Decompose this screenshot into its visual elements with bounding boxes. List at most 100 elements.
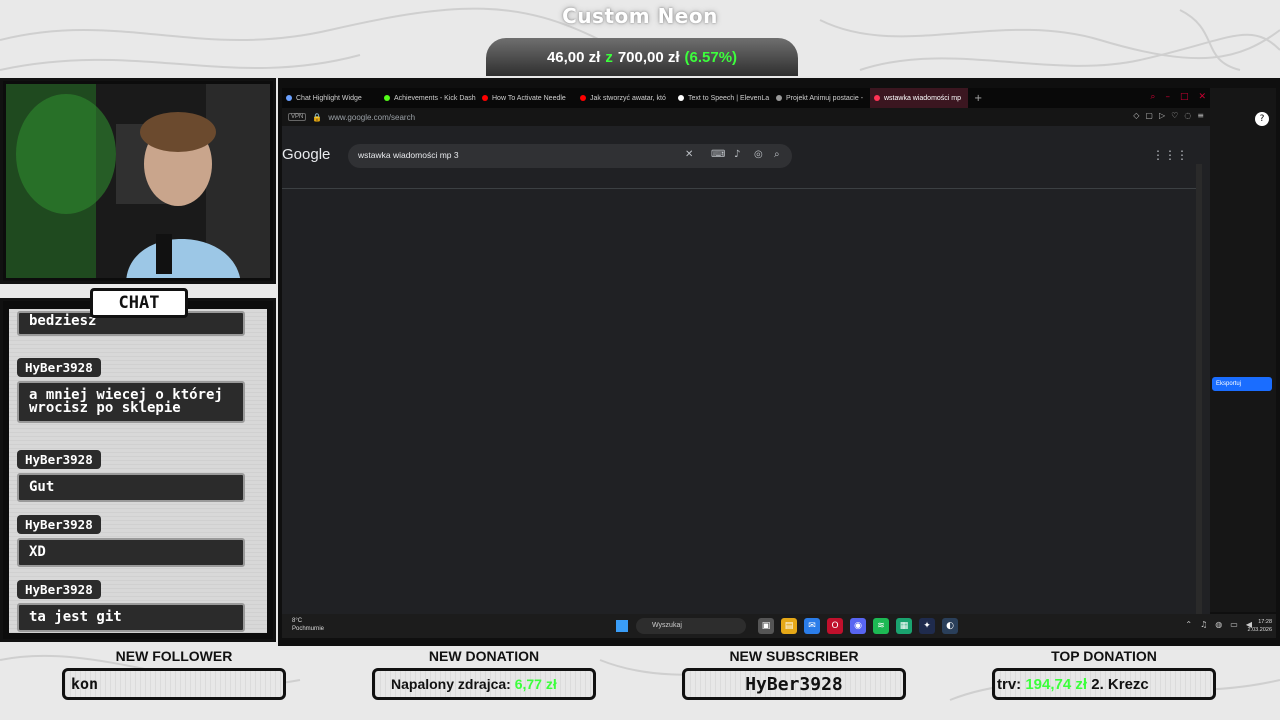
minimize-icon[interactable]: –: [1165, 92, 1170, 102]
goal-current: 46,00 zł: [546, 48, 601, 66]
app-store-icon[interactable]: ✦: [919, 618, 935, 634]
taskbar-search[interactable]: Wyszukaj: [636, 618, 746, 634]
browser-window: Chat Highlight Widge Achievements - Kick…: [282, 88, 1210, 634]
widget-value: trv: 194,74 zł 2. Krezc: [992, 668, 1216, 700]
browser-tab[interactable]: How To Activate Needle: [478, 88, 576, 108]
chat-panel: bedziesz HyBer3928 a mniej wiecej o któr…: [0, 298, 276, 642]
opera-icon[interactable]: O: [827, 618, 843, 634]
tab-label: Text to Speech | ElevenLa: [688, 94, 770, 102]
screenshot-icon[interactable]: ▢: [1145, 111, 1153, 120]
widget-value: Napalony zdrajca: 6,77 zł: [372, 668, 596, 700]
chat-message-text: Gut: [17, 473, 245, 502]
webcam-frame: [0, 78, 276, 284]
chat-message-text: ta jest git: [17, 603, 245, 632]
menu-icon[interactable]: ≡: [1197, 111, 1204, 120]
browser-tab[interactable]: Text to Speech | ElevenLa: [674, 88, 772, 108]
tab-favicon-icon: [580, 95, 586, 101]
close-icon[interactable]: ✕: [1198, 92, 1206, 102]
audio-icon[interactable]: ♫: [1200, 620, 1207, 629]
google-logo[interactable]: Google: [282, 146, 330, 163]
browser-tab[interactable]: Jak stworzyć awatar, któ: [576, 88, 674, 108]
browser-tabbar: Chat Highlight Widge Achievements - Kick…: [282, 88, 1210, 108]
tab-label: How To Activate Needle: [492, 94, 566, 102]
clear-icon[interactable]: ✕: [685, 149, 693, 160]
browser-tab[interactable]: Achievements - Kick Dash: [380, 88, 478, 108]
google-search-box[interactable]: wstawka wiadomości mp 3 ✕ ⌨ ♪ ◎ ⌕: [348, 144, 792, 168]
file-explorer-icon[interactable]: ▤: [781, 618, 797, 634]
maximize-icon[interactable]: □: [1180, 92, 1189, 102]
steam-icon[interactable]: ◐: [942, 618, 958, 634]
apps-grid-icon[interactable]: ⋮⋮⋮: [1152, 148, 1188, 162]
scrollbar[interactable]: [1196, 164, 1202, 634]
search-input[interactable]: wstawka wiadomości mp 3: [358, 150, 459, 160]
microphone-icon[interactable]: ♪: [734, 149, 740, 160]
help-icon[interactable]: ?: [1255, 112, 1269, 126]
subscriber-name: HyBer3928: [745, 673, 843, 695]
top-suffix: 2. Krezc: [1091, 675, 1149, 693]
chat-messages: bedziesz HyBer3928 a mniej wiecej o któr…: [9, 309, 267, 633]
browser-tab[interactable]: Projekt Animuj postacie -: [772, 88, 870, 108]
donation-amount: 6,77 zł: [514, 676, 557, 692]
windows-taskbar: 8°C Pochmurnie Wyszukaj ▣ ▤ ✉ O ◉ ≋ ▦ ✦ …: [282, 614, 1276, 638]
search-tabs-icon[interactable]: ⌕: [1150, 92, 1155, 102]
heart-icon[interactable]: ♡: [1171, 111, 1178, 120]
goal-percent: (6.57%): [684, 48, 738, 66]
tab-label: Jak stworzyć awatar, któ: [590, 94, 666, 102]
clock-date: 2.03.2026: [1247, 627, 1272, 633]
app-icon[interactable]: ▦: [896, 618, 912, 634]
tab-label: Achievements - Kick Dash: [394, 94, 476, 102]
top-donation-widget: TOP DONATION trv: 194,74 zł 2. Krezc: [992, 648, 1216, 700]
lens-icon[interactable]: ◎: [754, 149, 763, 160]
tab-favicon-icon: [678, 95, 684, 101]
new-follower-widget: NEW FOLLOWER kon: [62, 648, 286, 700]
network-icon[interactable]: ▭: [1230, 620, 1238, 629]
chat-message: HyBer3928 ta jest git: [17, 579, 245, 632]
chat-username: HyBer3928: [17, 515, 101, 534]
tab-favicon-icon: [482, 95, 488, 101]
discord-icon[interactable]: ◉: [850, 618, 866, 634]
taskbar-clock[interactable]: 17:28 2.03.2026: [1248, 618, 1272, 634]
browser-tab[interactable]: Chat Highlight Widge: [282, 88, 380, 108]
chat-message: HyBer3928 XD: [17, 514, 245, 567]
spotify-icon[interactable]: ≋: [873, 618, 889, 634]
microphone-tray-icon[interactable]: ◍: [1215, 620, 1222, 629]
lock-icon[interactable]: 🔒: [312, 113, 322, 122]
task-view-icon[interactable]: ▣: [758, 618, 774, 634]
bookmark-icon[interactable]: ◇: [1133, 111, 1139, 120]
follower-name: kon: [71, 675, 99, 693]
taskbar-apps: ▣ ▤ ✉ O ◉ ≋ ▦ ✦ ◐: [758, 618, 958, 634]
vpn-badge[interactable]: VPN: [288, 113, 307, 121]
divider: [282, 188, 1202, 189]
system-tray: ⌃ ♫ ◍ ▭ ◀: [1185, 620, 1252, 629]
chat-message-text: a mniej wiecej o której wrocisz po sklep…: [17, 381, 245, 423]
play-icon[interactable]: ▷: [1159, 111, 1165, 120]
widget-title: NEW DONATION: [428, 648, 540, 664]
weather-widget[interactable]: 8°C Pochmurnie: [292, 617, 324, 633]
widget-title: TOP DONATION: [1051, 648, 1157, 664]
address-bar: VPN 🔒 www.google.com/search ◇ ▢ ▷ ♡ ◌ ≡: [282, 108, 1210, 126]
tab-favicon-icon: [286, 95, 292, 101]
tab-label: Chat Highlight Widge: [296, 94, 362, 102]
chevron-up-icon[interactable]: ⌃: [1185, 620, 1192, 629]
top-prefix: trv:: [997, 675, 1022, 693]
donor-name: Napalony zdrajca: [391, 676, 507, 692]
chat-message: HyBer3928 a mniej wiecej o której wrocis…: [17, 357, 245, 423]
mail-icon[interactable]: ✉: [804, 618, 820, 634]
extension-icons: ◇ ▢ ▷ ♡ ◌ ≡: [1133, 111, 1204, 120]
goal-title: Custom Neon: [562, 4, 718, 28]
chat-icon[interactable]: ◌: [1184, 111, 1191, 120]
tab-favicon-icon: [384, 95, 390, 101]
widget-title: NEW SUBSCRIBER: [729, 648, 859, 664]
widget-value: kon: [62, 668, 286, 700]
tab-label: Projekt Animuj postacie -: [786, 94, 864, 102]
windows-start-icon[interactable]: [616, 620, 628, 632]
new-tab-icon[interactable]: +: [974, 93, 982, 104]
window-controls: ⌕ – □ ✕: [1150, 92, 1206, 102]
weather-temp: 8°C: [292, 618, 303, 624]
url-field[interactable]: www.google.com/search: [328, 113, 415, 122]
search-icon[interactable]: ⌕: [774, 149, 780, 160]
export-button[interactable]: Eksportuj: [1212, 377, 1272, 391]
goal-separator: z: [605, 48, 613, 66]
keyboard-icon[interactable]: ⌨: [711, 149, 725, 160]
browser-tab-active[interactable]: wstawka wiadomości mp: [870, 88, 968, 108]
